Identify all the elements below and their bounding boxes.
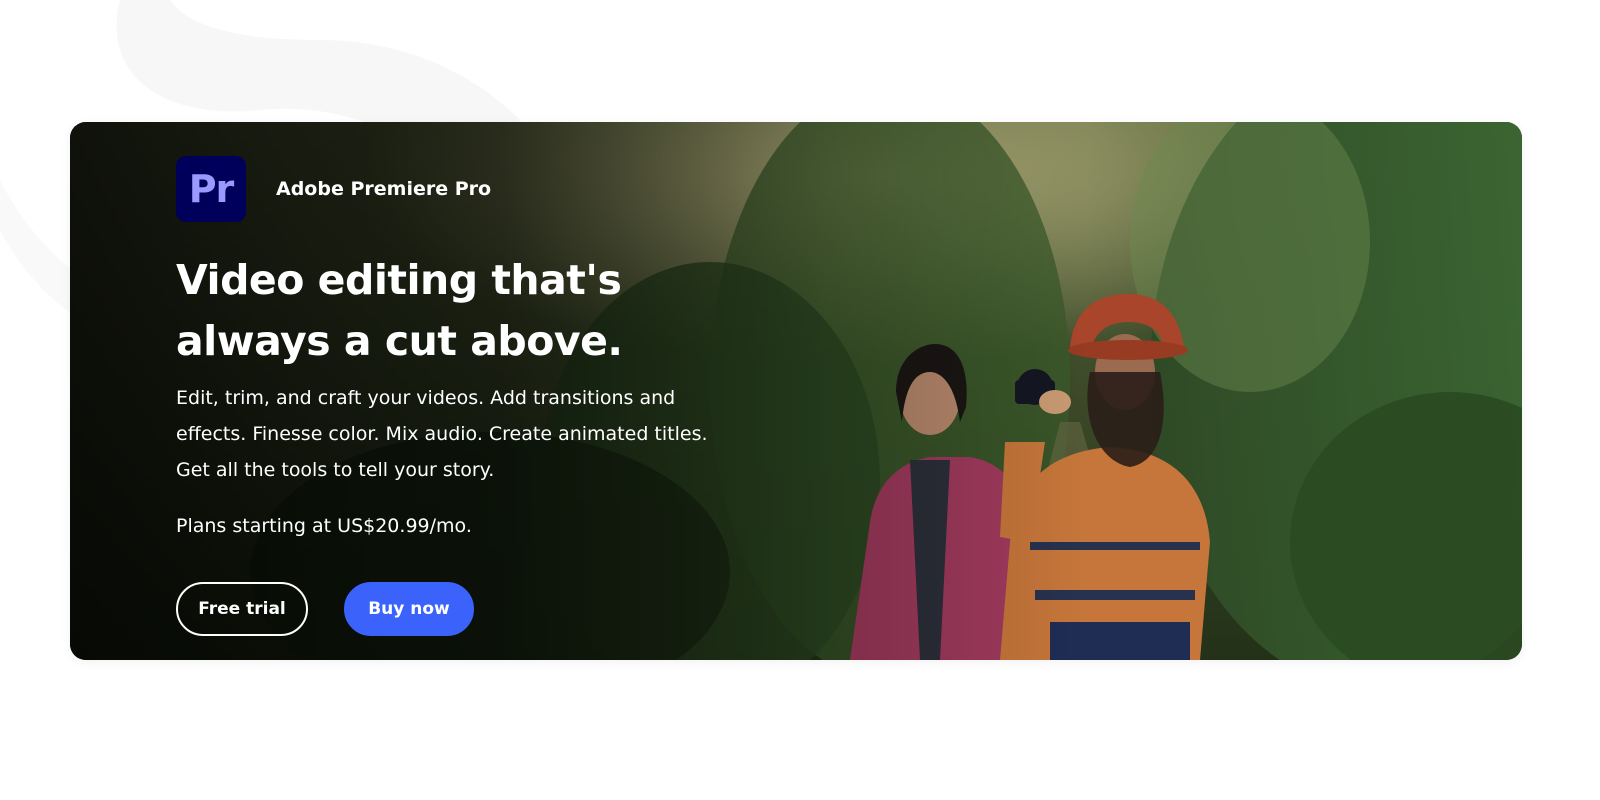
premiere-pro-logo-icon: Pr <box>176 156 246 222</box>
hero-description: Edit, trim, and craft your videos. Add t… <box>176 387 708 481</box>
product-name: Adobe Premiere Pro <box>276 178 492 200</box>
free-trial-button[interactable]: Free trial <box>176 582 308 636</box>
hero-banner: Pr Adobe Premiere Pro Video editing that… <box>70 122 1522 660</box>
hero-headline: Video editing that's always a cut above. <box>176 256 623 365</box>
buy-now-button[interactable]: Buy now <box>344 582 474 636</box>
page: Pr Adobe Premiere Pro Video editing that… <box>0 0 1600 800</box>
logo-text: Pr <box>188 167 235 211</box>
cta-buttons: Free trial Buy now <box>176 582 474 636</box>
product-brand: Pr Adobe Premiere Pro <box>176 156 491 222</box>
price-text: Plans starting at US$20.99/mo. <box>176 515 472 537</box>
